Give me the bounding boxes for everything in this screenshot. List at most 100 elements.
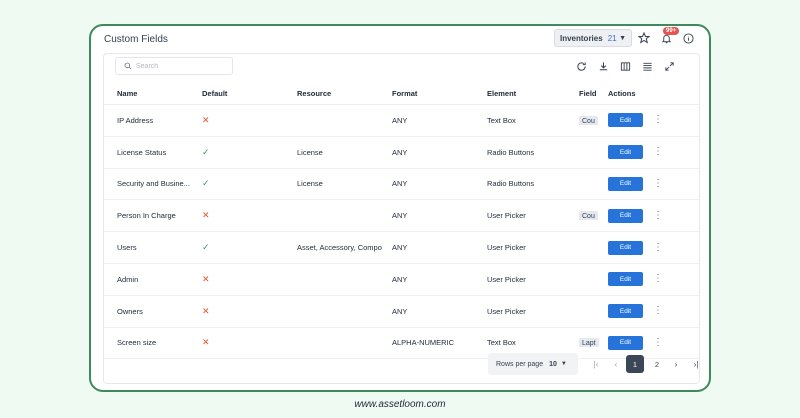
field-chip: Cou <box>579 115 598 125</box>
more-options-icon[interactable]: ⋮ <box>653 274 663 284</box>
edit-button[interactable]: Edit <box>608 113 643 128</box>
last-page-icon[interactable]: ›| <box>686 354 699 374</box>
page-title: Custom Fields <box>104 34 168 45</box>
column-header-name[interactable]: Name <box>104 89 199 98</box>
cell-format: ANY <box>392 115 408 125</box>
edit-button[interactable]: Edit <box>608 240 643 255</box>
rows-per-page-select[interactable]: Rows per page 10 ▼ <box>488 353 578 375</box>
more-options-icon[interactable]: ⋮ <box>653 210 663 221</box>
column-header-field[interactable]: Field <box>579 89 603 98</box>
edit-button[interactable]: Edit <box>608 335 643 350</box>
edit-button[interactable]: Edit <box>608 272 643 287</box>
column-header-element[interactable]: Element <box>484 89 579 98</box>
cross-icon: ✕ <box>202 305 210 316</box>
info-icon[interactable] <box>681 31 695 45</box>
cell-default: ✕ <box>199 337 294 348</box>
app-window: Custom Fields Inventories 21 ▼ 99+ Searc… <box>89 24 711 392</box>
cell-default: ✓ <box>199 242 294 253</box>
cross-icon: ✕ <box>202 210 210 221</box>
cell-name: Owners <box>117 306 143 316</box>
table-header: Name Default Resource Format Element Fie… <box>104 82 699 105</box>
prev-page-icon[interactable]: ‹ <box>606 354 626 374</box>
cell-element: User Picker <box>487 211 526 221</box>
cell-field: Lapt <box>579 338 603 348</box>
cell-name: Users <box>117 243 137 253</box>
cross-icon: ✕ <box>202 273 210 284</box>
cell-element: Radio Buttons <box>487 179 535 189</box>
field-chip: Cou <box>579 211 598 221</box>
cell-actions: Edit ⋮ <box>603 272 663 287</box>
cell-actions: Edit ⋮ <box>603 304 663 319</box>
cell-resource: License <box>297 179 323 189</box>
rows-per-page-label: Rows per page <box>496 360 544 368</box>
more-options-icon[interactable]: ⋮ <box>653 147 663 157</box>
cell-actions: Edit ⋮ <box>603 240 663 255</box>
more-options-icon[interactable]: ⋮ <box>653 178 663 189</box>
page-button-1[interactable]: 1 <box>626 355 644 373</box>
cell-format: ANY <box>392 243 408 253</box>
star-icon[interactable] <box>637 31 651 45</box>
cell-format: ANY <box>392 274 408 284</box>
fullscreen-icon[interactable] <box>662 59 676 73</box>
cell-actions: Edit ⋮ <box>603 208 663 223</box>
table-row[interactable]: IP Address ✕ ANY Text Box Cou Edit ⋮ <box>104 105 699 137</box>
cell-name: Person In Charge <box>117 211 176 221</box>
cell-element: User Picker <box>487 306 526 316</box>
cell-name: Security and Busine... <box>117 179 190 189</box>
more-options-icon[interactable]: ⋮ <box>653 306 663 316</box>
edit-button[interactable]: Edit <box>608 304 643 319</box>
custom-fields-table: Name Default Resource Format Element Fie… <box>104 82 699 360</box>
column-header-default[interactable]: Default <box>199 89 294 98</box>
search-box[interactable] <box>115 57 233 75</box>
check-icon: ✓ <box>202 146 210 157</box>
cell-element: User Picker <box>487 274 526 284</box>
footer-url: www.assetloom.com <box>354 399 446 410</box>
cell-default: ✕ <box>199 306 294 317</box>
search-input[interactable] <box>136 62 226 70</box>
inventory-count: 21 <box>607 33 617 43</box>
table-row[interactable]: Users ✓ Asset, Accessory, Compo ANY User Pic… <box>104 232 699 264</box>
edit-button[interactable]: Edit <box>608 208 643 223</box>
cell-format: ANY <box>392 147 408 157</box>
custom-fields-panel: Name Default Resource Format Element Fie… <box>103 53 700 384</box>
cell-element: User Picker <box>487 243 526 253</box>
inventory-selector[interactable]: Inventories 21 ▼ <box>554 29 632 47</box>
column-header-resource[interactable]: Resource <box>294 89 389 98</box>
download-icon[interactable] <box>596 59 610 73</box>
field-chip: Lapt <box>579 338 599 348</box>
caret-down-icon: ▼ <box>560 361 567 367</box>
more-options-icon[interactable]: ⋮ <box>653 242 663 253</box>
notification-badge: 99+ <box>663 27 680 35</box>
cell-name: License Status <box>117 147 167 157</box>
more-options-icon[interactable]: ⋮ <box>653 115 663 125</box>
cell-format: ANY <box>392 306 408 316</box>
cell-field: Cou <box>579 211 603 221</box>
cell-default: ✓ <box>199 147 294 158</box>
cell-resource: Asset, Accessory, Compo <box>297 243 382 253</box>
edit-button[interactable]: Edit <box>608 145 643 160</box>
cross-icon: ✕ <box>202 337 210 348</box>
check-icon: ✓ <box>202 242 210 253</box>
cell-element: Text Box <box>487 115 516 125</box>
more-options-icon[interactable]: ⋮ <box>653 337 663 348</box>
cell-default: ✕ <box>199 274 294 285</box>
table-row[interactable]: Owners ✕ ANY User Picker Edit ⋮ <box>104 296 699 328</box>
density-icon[interactable] <box>640 59 654 73</box>
next-page-icon[interactable]: › <box>666 354 686 374</box>
page-button-2[interactable]: 2 <box>648 355 666 373</box>
cell-actions: Edit ⋮ <box>603 145 663 160</box>
cell-format: ANY <box>392 211 408 221</box>
first-page-icon[interactable]: |‹ <box>586 354 606 374</box>
cell-name: IP Address <box>117 115 154 125</box>
inventory-label: Inventories <box>560 33 603 43</box>
table-row[interactable]: Security and Busine... ✓ License ANY Radio B… <box>104 169 699 201</box>
table-row[interactable]: Person In Charge ✕ ANY User Picker Cou Edit ⋮ <box>104 200 699 233</box>
edit-button[interactable]: Edit <box>608 176 643 191</box>
refresh-icon[interactable] <box>574 59 588 73</box>
search-icon <box>124 57 132 75</box>
columns-icon[interactable] <box>618 59 632 73</box>
table-row[interactable]: Admin ✕ ANY User Picker Edit ⋮ <box>104 264 699 296</box>
table-row[interactable]: License Status ✓ License ANY Radio Buttons Ed… <box>104 137 699 169</box>
cell-format: ALPHA-NUMERIC <box>392 338 455 348</box>
column-header-format[interactable]: Format <box>389 89 484 98</box>
